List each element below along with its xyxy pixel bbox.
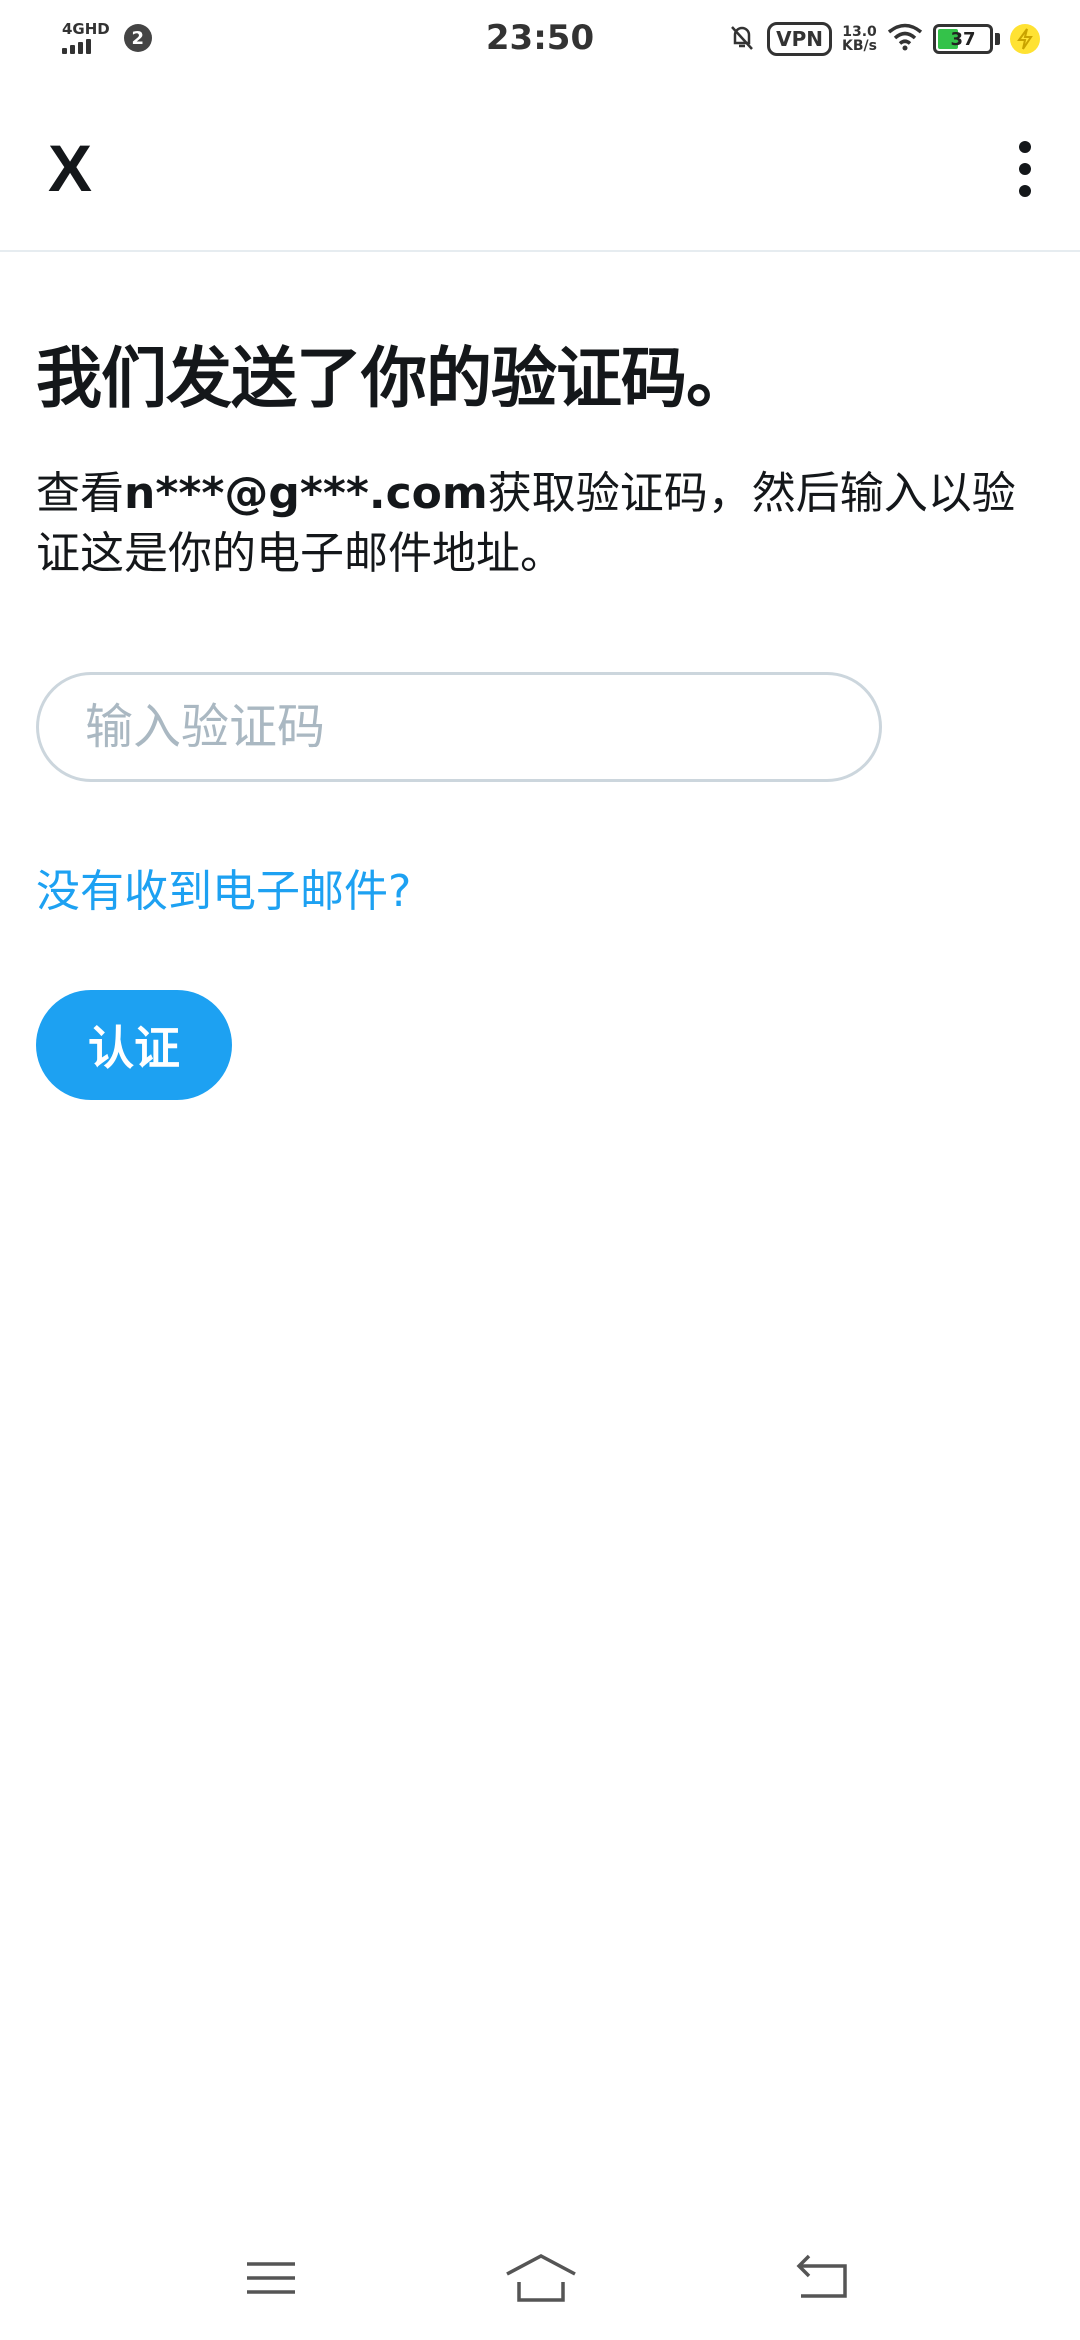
battery-level: 37 <box>950 28 976 50</box>
masked-email: n***@g***.com <box>124 468 488 519</box>
menu-icon <box>247 2262 295 2294</box>
verification-code-input[interactable] <box>36 672 882 782</box>
description-prefix: 查看 <box>36 468 124 519</box>
vpn-badge: VPN <box>767 22 833 56</box>
back-icon <box>796 2254 847 2298</box>
battery-icon: 37 <box>933 24 993 54</box>
system-nav-bar <box>0 2220 1080 2340</box>
speed-unit: KB/s <box>842 38 877 54</box>
verify-button[interactable]: 认证 <box>36 990 232 1100</box>
more-options-button[interactable] <box>990 124 1060 214</box>
home-nav-button[interactable] <box>496 2238 586 2318</box>
resend-email-link[interactable]: 没有收到电子邮件? <box>36 855 411 919</box>
wifi-icon <box>887 23 923 55</box>
more-dot-icon <box>1019 163 1031 175</box>
network-speed: 13.0 KB/s <box>842 25 877 53</box>
x-logo: X <box>48 131 93 205</box>
home-icon <box>506 2254 576 2302</box>
top-app-bar: X <box>0 84 1080 252</box>
status-bar: 4GHD 2 23:50 VPN 13.0 KB/s 37 <box>0 0 1080 84</box>
more-dot-icon <box>1019 185 1031 197</box>
speed-value: 13.0 <box>842 24 877 40</box>
main-content: 我们发送了你的验证码。 查看n***@g***.com获取验证码，然后输入以验证… <box>36 336 1046 584</box>
battery-cap <box>995 33 1000 45</box>
description-text: 查看n***@g***.com获取验证码，然后输入以验证这是你的电子邮件地址。 <box>36 464 1046 584</box>
mute-bell-icon <box>727 22 757 56</box>
status-right: VPN 13.0 KB/s 37 <box>727 22 1040 56</box>
menu-nav-button[interactable] <box>226 2238 316 2318</box>
back-nav-button[interactable] <box>778 2238 868 2318</box>
page-title: 我们发送了你的验证码。 <box>36 340 752 417</box>
more-dot-icon <box>1019 141 1031 153</box>
charging-icon <box>1010 24 1040 54</box>
